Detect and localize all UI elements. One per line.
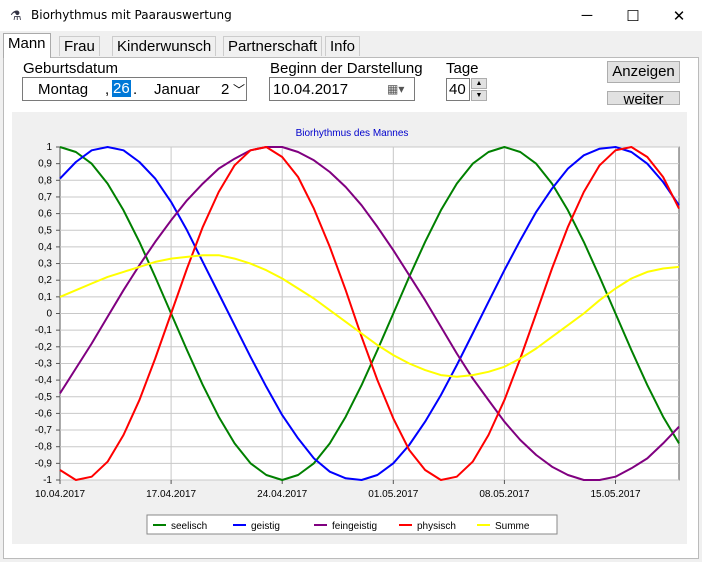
y-tick-label: 0,7 [38,192,52,203]
y-tick-label: 0 [46,309,52,320]
x-tick-label: 24.04.2017 [257,489,307,500]
y-tick-label: 1 [46,142,52,153]
y-tick-label: 0,5 [38,225,52,236]
y-tick-label: -0,6 [35,408,53,419]
legend-label: feingeistig [332,521,377,532]
y-tick-label: -0,8 [35,442,53,453]
y-tick-label: 0,6 [38,209,52,220]
y-tick-label: -0,5 [35,392,53,403]
y-tick-label: -0,9 [35,458,53,469]
legend-label: geistig [251,521,280,532]
tab-mann[interactable]: Mann [3,33,51,58]
y-tick-label: -0,2 [35,342,53,353]
legend-label: seelisch [171,521,207,532]
y-tick-label: 0,9 [38,159,52,170]
x-tick-label: 17.04.2017 [146,489,196,500]
x-tick-label: 01.05.2017 [368,489,418,500]
y-tick-label: 0,8 [38,175,52,186]
legend-label: physisch [417,521,456,532]
y-tick-label: 0,1 [38,292,52,303]
y-tick-label: 0,2 [38,275,52,286]
y-tick-label: 0,3 [38,259,52,270]
x-tick-label: 08.05.2017 [479,489,529,500]
legend-label: Summe [495,521,530,532]
x-tick-label: 15.05.2017 [590,489,640,500]
y-tick-label: -0,3 [35,358,53,369]
y-tick-label: -0,1 [35,325,53,336]
y-tick-label: -0,7 [35,425,53,436]
x-tick-label: 10.04.2017 [35,489,85,500]
biorhythm-chart: Biorhythmus des Mannes 1 0,9 0,8 0,7 0,6 0,5 0… [35,128,680,535]
y-tick-label: -1 [43,475,52,486]
y-tick-label: 0,4 [38,242,52,253]
y-tick-label: -0,4 [35,375,53,386]
chart-title: Biorhythmus des Mannes [296,128,409,139]
